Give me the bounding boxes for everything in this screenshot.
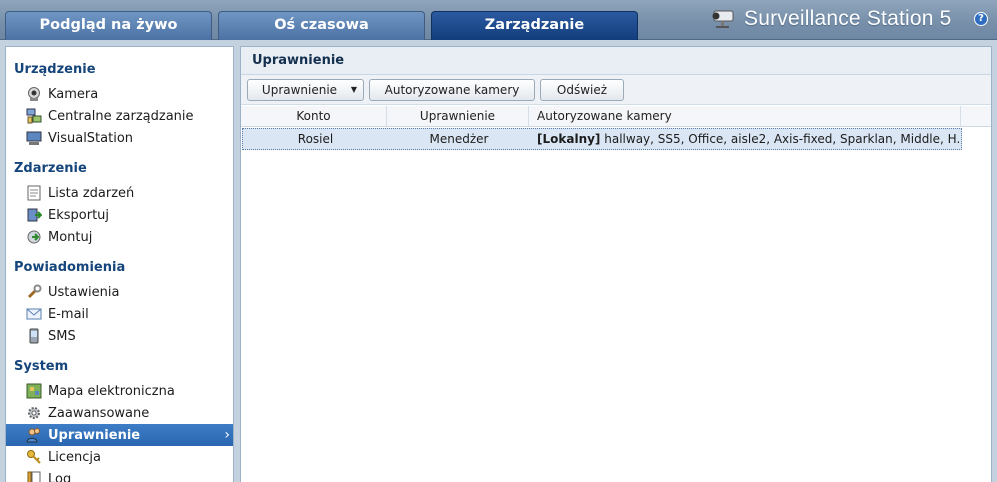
page-title: Uprawnienie xyxy=(241,47,991,75)
main-panel: Uprawnienie Uprawnienie ▼ Autoryzowane k… xyxy=(240,46,992,482)
tab-management[interactable]: Zarządzanie xyxy=(431,11,638,40)
export-icon xyxy=(26,207,43,223)
sidebar-item-label: Ustawienia xyxy=(48,284,120,300)
cameras-location-tag: [Lokalny] xyxy=(537,132,601,146)
dropdown-arrow-icon: ▼ xyxy=(350,85,357,94)
cell-privilege: Menedżer xyxy=(429,132,489,146)
top-bar: Podgląd na żywo Oś czasowa Zarządzanie S… xyxy=(0,0,997,40)
toolbar: Uprawnienie ▼ Autoryzowane kamery Odświe… xyxy=(241,75,991,105)
sidebar-item-label: Mapa elektroniczna xyxy=(48,383,175,399)
sidebar-item-label: Uprawnienie xyxy=(48,427,141,443)
help-icon[interactable]: ? xyxy=(974,12,988,26)
tab-live-view[interactable]: Podgląd na żywo xyxy=(5,11,212,40)
sidebar-item-camera[interactable]: Kamera xyxy=(6,83,233,105)
tab-timeline[interactable]: Oś czasowa xyxy=(218,11,425,40)
sidebar-item-label: Zaawansowane xyxy=(48,405,150,421)
refresh-button[interactable]: Odśwież xyxy=(540,79,624,101)
cell-authorized-cameras: [Lokalny] hallway, SS5, Office, aisle2, … xyxy=(537,129,959,149)
authorized-cameras-button[interactable]: Autoryzowane kamery xyxy=(369,79,535,101)
sidebar-item-central-management[interactable]: Centralne zarządzanie xyxy=(6,105,233,127)
brand: Surveillance Station 5 xyxy=(706,5,952,33)
section-title-system: System xyxy=(14,359,69,374)
event-list-icon xyxy=(26,185,42,201)
security-camera-logo-icon xyxy=(712,10,734,28)
section-title-notifications: Powiadomienia xyxy=(14,260,126,275)
wrench-icon xyxy=(26,284,42,300)
sidebar: Urządzenie Kamera Centralne zarządzanie … xyxy=(5,46,234,482)
central-management-icon xyxy=(26,108,42,124)
cell-account: Rosiel xyxy=(297,132,334,146)
sidebar-item-license[interactable]: Licencja xyxy=(6,446,233,468)
chevron-right-icon: › xyxy=(224,427,230,443)
sidebar-item-label: Log xyxy=(48,471,72,482)
sidebar-item-label: Kamera xyxy=(48,86,99,102)
sidebar-item-label: VisualStation xyxy=(48,130,134,146)
sidebar-item-label: E-mail xyxy=(48,306,89,322)
envelope-icon xyxy=(26,306,42,322)
key-icon xyxy=(26,449,42,465)
mount-icon xyxy=(26,229,42,245)
sidebar-item-sms[interactable]: SMS xyxy=(6,325,233,347)
sidebar-item-mount[interactable]: Montuj xyxy=(6,226,233,248)
section-title-event: Zdarzenie xyxy=(14,161,87,176)
log-icon xyxy=(26,471,42,482)
sidebar-item-export[interactable]: Eksportuj xyxy=(6,204,233,226)
sidebar-item-label: Licencja xyxy=(48,449,101,465)
table-row[interactable]: Rosiel Menedżer [Lokalny] hallway, SS5, … xyxy=(242,128,962,150)
sidebar-item-label: Centralne zarządzanie xyxy=(48,108,194,124)
sidebar-item-label: SMS xyxy=(48,328,76,344)
app-title: Surveillance Station 5 xyxy=(744,7,952,30)
sidebar-item-label: Eksportuj xyxy=(48,207,110,223)
gear-icon xyxy=(26,405,42,421)
users-icon xyxy=(26,427,42,443)
privilege-dropdown-button[interactable]: Uprawnienie ▼ xyxy=(247,79,364,101)
sidebar-item-email[interactable]: E-mail xyxy=(6,303,233,325)
section-title-device: Urządzenie xyxy=(14,62,96,77)
sidebar-item-privilege[interactable]: Uprawnienie › xyxy=(6,424,233,446)
column-header-privilege[interactable]: Uprawnienie xyxy=(387,106,529,126)
sidebar-item-advanced[interactable]: Zaawansowane xyxy=(6,402,233,424)
table-header: Konto Uprawnienie Autoryzowane kamery xyxy=(241,106,991,127)
sms-icon xyxy=(26,328,42,344)
column-header-account[interactable]: Konto xyxy=(241,106,387,126)
sidebar-item-visualstation[interactable]: VisualStation xyxy=(6,127,233,149)
sidebar-item-event-list[interactable]: Lista zdarzeń xyxy=(6,182,233,204)
sidebar-item-label: Lista zdarzeń xyxy=(48,185,135,201)
sidebar-item-emap[interactable]: Mapa elektroniczna xyxy=(6,380,233,402)
cameras-list: hallway, SS5, Office, aisle2, Axis-fixed… xyxy=(604,132,959,146)
visualstation-icon xyxy=(26,130,42,146)
sidebar-item-settings[interactable]: Ustawienia xyxy=(6,281,233,303)
privilege-button-label: Uprawnienie xyxy=(261,83,338,97)
sidebar-item-label: Montuj xyxy=(48,229,93,245)
column-header-authorized-cameras[interactable]: Autoryzowane kamery xyxy=(529,106,961,126)
emap-icon xyxy=(26,383,42,399)
camera-icon xyxy=(26,86,42,102)
sidebar-item-log[interactable]: Log xyxy=(6,468,233,482)
